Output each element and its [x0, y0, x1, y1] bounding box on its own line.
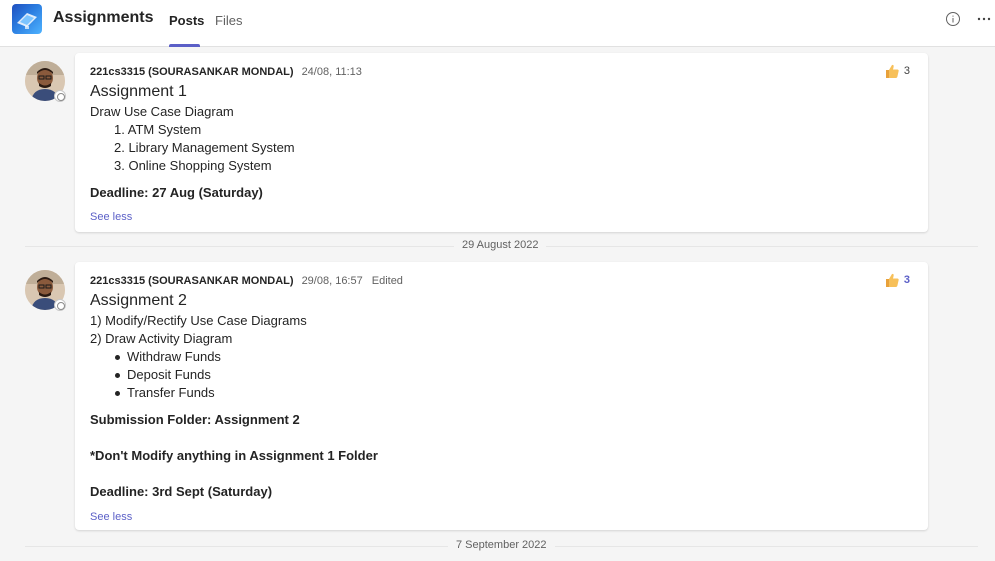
post-timestamp: 24/08, 11:13 — [301, 66, 362, 78]
post-author[interactable]: 221cs3315 (SOURASANKAR MONDAL) — [90, 275, 294, 287]
post-title: Assignment 1 — [90, 83, 187, 100]
see-less-link[interactable]: See less — [90, 511, 132, 523]
post-deadline: Deadline: 3rd Sept (Saturday) — [90, 484, 273, 499]
more-options-icon[interactable] — [976, 11, 992, 27]
app-icon — [12, 4, 42, 34]
channel-header: Assignments Posts Files — [0, 0, 995, 47]
post-card: 221cs3315 (SOURASANKAR MONDAL) 29/08, 16:… — [75, 262, 928, 530]
thumbs-up-icon — [885, 64, 899, 78]
list-item: Deposit Funds — [127, 367, 211, 382]
presence-status-icon — [54, 299, 66, 311]
list-item: 2. Library Management System — [114, 140, 295, 155]
post-author[interactable]: 221cs3315 (SOURASANKAR MONDAL) — [90, 66, 294, 78]
list-item: 3. Online Shopping System — [114, 158, 272, 173]
see-less-link[interactable]: See less — [90, 211, 132, 223]
tab-files[interactable]: Files — [215, 13, 242, 28]
date-separator: 7 September 2022 — [448, 539, 555, 551]
post-card: 221cs3315 (SOURASANKAR MONDAL) 24/08, 11:… — [75, 53, 928, 232]
date-separator: 29 August 2022 — [454, 239, 547, 251]
info-icon[interactable] — [945, 11, 961, 27]
active-tab-indicator — [169, 44, 200, 47]
bullet-point — [115, 373, 120, 378]
post-timestamp: 29/08, 16:57 — [301, 275, 363, 287]
edited-label: Edited — [371, 275, 403, 287]
like-reaction[interactable]: 3 — [884, 272, 910, 288]
post-title: Assignment 2 — [90, 292, 187, 309]
tab-posts[interactable]: Posts — [169, 13, 204, 28]
bullet-point — [115, 391, 120, 396]
list-item: Transfer Funds — [127, 385, 215, 400]
reaction-count: 3 — [903, 274, 910, 286]
post-text: Draw Use Case Diagram — [90, 104, 234, 119]
post-meta: 221cs3315 (SOURASANKAR MONDAL) 24/08, 11:… — [90, 66, 362, 78]
post-meta: 221cs3315 (SOURASANKAR MONDAL) 29/08, 16:… — [90, 275, 403, 287]
page-title: Assignments — [53, 9, 154, 26]
post-text: 2) Draw Activity Diagram — [90, 331, 233, 346]
presence-status-icon — [54, 90, 66, 102]
submission-folder-text: Submission Folder: Assignment 2 — [90, 412, 300, 427]
thumbs-up-icon — [885, 273, 899, 287]
reaction-count: 3 — [903, 65, 910, 77]
list-item: Withdraw Funds — [127, 349, 221, 364]
post-deadline: Deadline: 27 Aug (Saturday) — [90, 185, 263, 200]
like-reaction[interactable]: 3 — [884, 63, 910, 79]
post-note: *Don't Modify anything in Assignment 1 F… — [90, 448, 378, 463]
bullet-point — [115, 355, 120, 360]
list-item: 1. ATM System — [114, 122, 202, 137]
post-text: 1) Modify/Rectify Use Case Diagrams — [90, 313, 307, 328]
